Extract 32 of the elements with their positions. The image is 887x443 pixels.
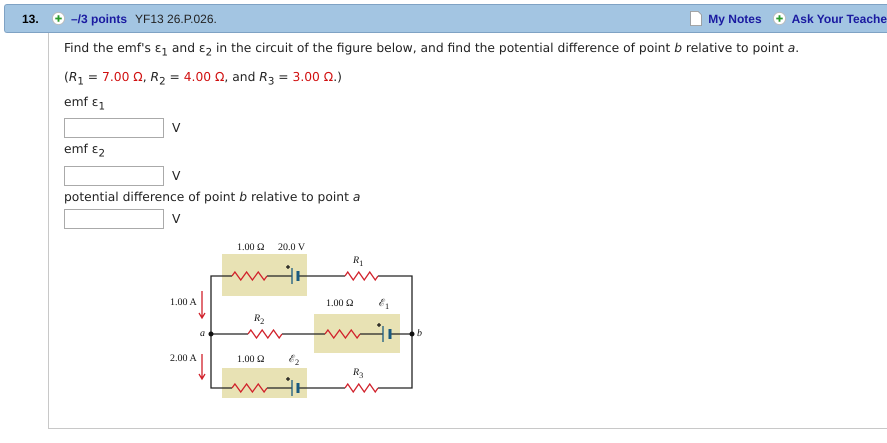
unit-label: V — [172, 212, 180, 226]
resistance-label: 1.00 Ω — [326, 298, 354, 309]
resistance-label: 1.00 Ω — [237, 354, 264, 365]
answer-field[interactable] — [64, 118, 164, 138]
answer-label: potential difference of point b relative to point a — [64, 188, 362, 206]
answer-label: emf ε$_{2}$ — [64, 141, 106, 162]
resistance-label: 1.00 Ω — [237, 242, 264, 253]
document-icon[interactable] — [690, 11, 702, 26]
resistor-label: R$_{1}$ — [353, 254, 364, 268]
point-label: a — [200, 328, 205, 339]
emf-label: ℰ$_{2}$ — [289, 352, 300, 367]
header-link[interactable]: My Notes — [708, 12, 762, 26]
resistor-label: R$_{2}$ — [254, 312, 264, 326]
header-link[interactable]: Ask Your Teache — [792, 12, 887, 26]
unit-label: V — [172, 121, 180, 136]
resistor-label: R$_{3}$ — [353, 366, 364, 380]
given-values: (R$_{1}$ = 7.00 Ω, R$_{2}$ = 4.00 Ω, and R$_{3}$ = 3.00 Ω.) — [64, 69, 343, 90]
problem-code: YF13 26.P.026. — [135, 12, 217, 26]
question-number: 13. — [21, 12, 40, 26]
voltage-label: 20.0 V — [278, 242, 306, 253]
current-label: 2.00 A — [170, 352, 197, 364]
point-label: b — [417, 328, 422, 339]
plus-icon[interactable] — [52, 12, 65, 25]
answer-label: emf ε$_{1}$ — [64, 94, 106, 114]
emf-label: ℰ$_{1}$ — [379, 296, 390, 311]
question-text: Find the emf's ε$_{1}$ and ε$_{2}$ in the circuit of the figure below, and find the potential difference of point b relative to point a. — [64, 40, 800, 60]
points-link[interactable]: –/3 points — [71, 12, 128, 26]
answer-field[interactable] — [64, 166, 164, 186]
answer-field[interactable] — [64, 208, 164, 229]
unit-label: V — [172, 168, 180, 183]
current-label: 1.00 A — [170, 296, 197, 308]
plus-icon[interactable] — [772, 12, 786, 25]
